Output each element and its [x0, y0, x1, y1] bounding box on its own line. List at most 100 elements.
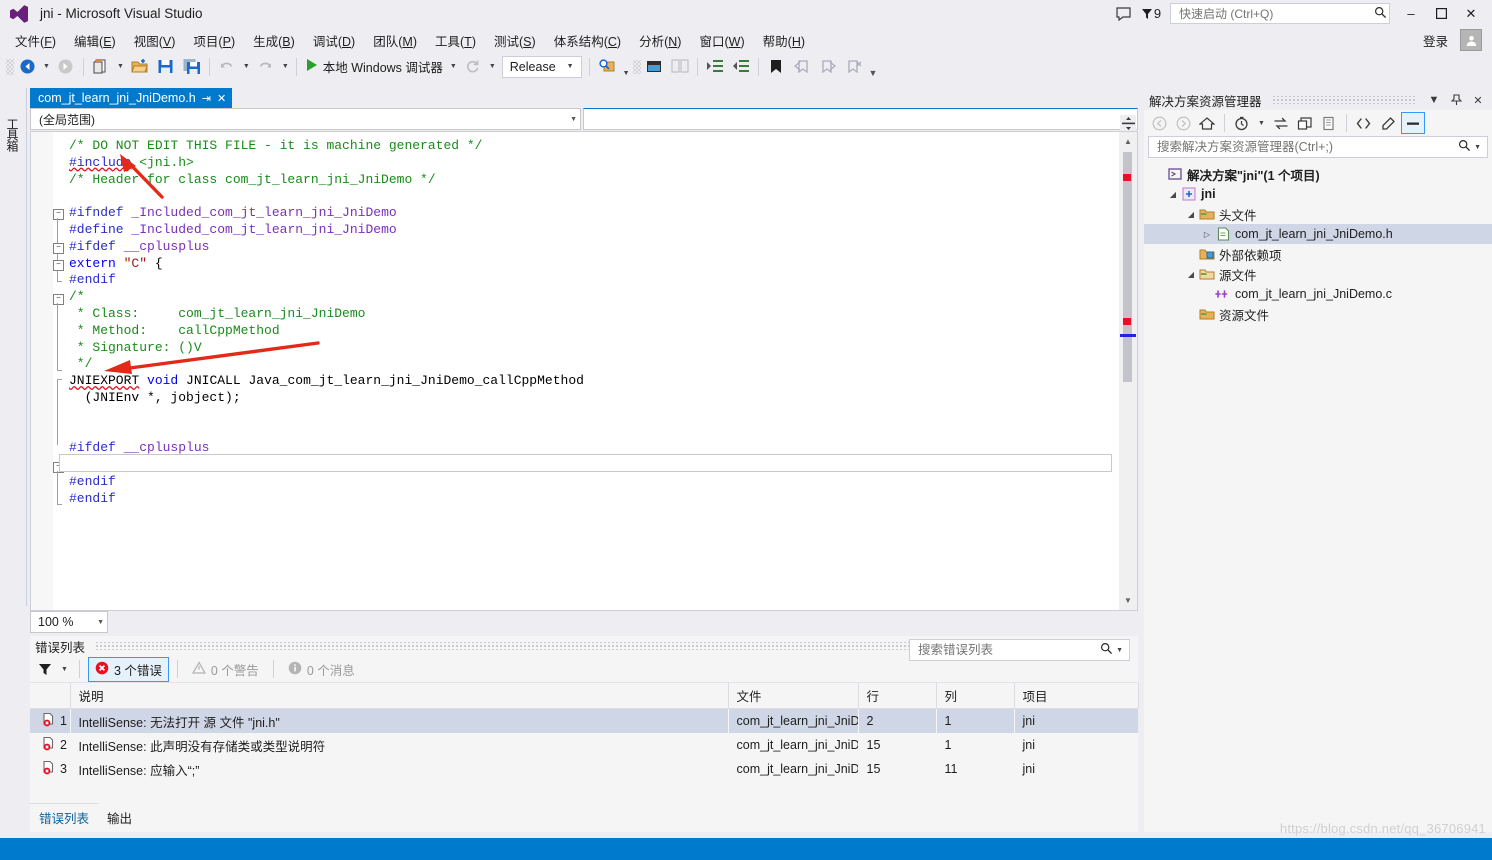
twisty-expanded[interactable]: ◢ — [1184, 270, 1198, 279]
tree-item-jnidemo-c[interactable]: com_jt_learn_jni_JniDemo.c — [1144, 284, 1492, 304]
column-header-column[interactable]: 列 — [936, 683, 1015, 709]
fold-box-extern[interactable]: − — [53, 260, 64, 271]
scroll-up-arrow-icon[interactable]: ▲ — [1119, 133, 1137, 149]
navigate-back-dropdown-icon[interactable]: ▼ — [40, 63, 53, 70]
minimize-button[interactable]: – — [1396, 0, 1426, 27]
table-row[interactable]: 3 IntelliSense: 应输入“;” com_jt_learn_jni_… — [30, 757, 1138, 781]
undo-dropdown-icon[interactable]: ▼ — [240, 63, 253, 70]
menu-item-tools[interactable]: 工具(T) — [426, 28, 485, 53]
redo-icon[interactable] — [253, 56, 279, 78]
show-all-files-icon[interactable] — [1318, 113, 1340, 133]
solution-explorer-search-box[interactable]: ▼ — [1148, 136, 1488, 158]
collapse-all-icon[interactable] — [1294, 113, 1316, 133]
filter-icon[interactable] — [36, 660, 54, 678]
refresh-icon[interactable] — [460, 56, 486, 78]
clear-bookmark-icon[interactable] — [841, 56, 867, 78]
fold-box-comment[interactable]: − — [53, 294, 64, 305]
preview-selected-items-icon[interactable] — [1377, 113, 1399, 133]
menu-item-window[interactable]: 窗口(W) — [690, 28, 753, 53]
menu-item-debug[interactable]: 调试(D) — [304, 28, 364, 53]
scrollbar-thumb[interactable] — [1123, 152, 1132, 382]
menu-item-build[interactable]: 生成(B) — [244, 28, 304, 53]
tree-item-header-files-folder[interactable]: ◢ 头文件 — [1144, 204, 1492, 224]
tab-error-list[interactable]: 错误列表 — [30, 803, 99, 832]
notification-flag-icon[interactable]: 9 — [1138, 0, 1164, 27]
menu-item-team[interactable]: 团队(M) — [364, 28, 426, 53]
quick-launch-box[interactable] — [1170, 3, 1390, 24]
save-all-icon[interactable] — [179, 56, 205, 78]
tree-item-external-dependencies[interactable]: 外部依赖项 — [1144, 244, 1492, 264]
pending-changes-icon[interactable] — [1231, 113, 1253, 133]
scroll-down-arrow-icon[interactable]: ▼ — [1119, 592, 1137, 608]
back-icon[interactable] — [1148, 113, 1170, 133]
maximize-button[interactable] — [1426, 0, 1456, 27]
quick-launch-input[interactable] — [1177, 5, 1374, 22]
twisty-collapsed[interactable]: ▷ — [1200, 230, 1214, 239]
compare-files-icon[interactable] — [667, 56, 693, 78]
find-in-files-icon[interactable] — [594, 56, 620, 78]
code-editor-surface[interactable]: − − − − − /* DO NOT EDIT THIS FILE - it … — [30, 131, 1121, 611]
column-header-description[interactable]: 说明 — [70, 683, 729, 709]
tree-item-project-jni[interactable]: ◢ jni — [1144, 184, 1492, 204]
tree-item-jnidemo-h[interactable]: ▷ com_jt_learn_jni_JniDemo.h — [1144, 224, 1492, 244]
toolbar-overflow-icon[interactable]: ▼ — [869, 68, 878, 80]
document-tab-jnidemo-h[interactable]: com_jt_learn_jni_JniDemo.h ⇥ ✕ — [30, 88, 233, 108]
twisty-expanded[interactable]: ◢ — [1166, 190, 1180, 199]
twisty-expanded[interactable]: ◢ — [1184, 210, 1198, 219]
navigate-back-icon[interactable] — [14, 56, 40, 78]
sign-in-button[interactable]: 登录 — [1411, 31, 1460, 50]
close-button[interactable]: ✕ — [1456, 0, 1486, 27]
solution-configuration-combo[interactable]: Release ▼ — [501, 55, 582, 78]
close-icon[interactable]: ✕ — [217, 92, 226, 105]
properties-icon[interactable] — [1353, 113, 1375, 133]
errors-filter-button[interactable]: 3 个错误 — [87, 656, 169, 682]
find-dropdown-icon[interactable]: ▼ — [620, 70, 633, 80]
editor-vertical-scrollbar[interactable]: ▲ ▼ — [1119, 115, 1138, 611]
tree-item-resource-files-folder[interactable]: 资源文件 — [1144, 304, 1492, 324]
new-window-icon[interactable] — [641, 56, 667, 78]
view-toggle-icon[interactable] — [1400, 112, 1425, 134]
save-icon[interactable] — [153, 56, 179, 78]
search-options-dropdown-icon[interactable]: ▼ — [1471, 144, 1484, 151]
fold-box-ifdef[interactable]: − — [53, 243, 64, 254]
toolbar-grip[interactable] — [6, 58, 14, 75]
column-header-file[interactable]: 文件 — [728, 683, 859, 709]
panel-drag-dots[interactable] — [1271, 96, 1416, 104]
menu-item-test[interactable]: 测试(S) — [485, 28, 545, 53]
pin-icon[interactable] — [1448, 91, 1464, 109]
solution-explorer-search-input[interactable] — [1155, 139, 1459, 155]
start-debugging-button[interactable]: 本地 Windows 调试器 — [301, 57, 447, 76]
pending-changes-dropdown-icon[interactable]: ▼ — [1255, 120, 1268, 127]
menu-item-analyze[interactable]: 分析(N) — [630, 28, 690, 53]
tab-output[interactable]: 输出 — [98, 804, 141, 832]
chevron-down-icon[interactable]: ▼ — [1426, 91, 1442, 109]
messages-filter-button[interactable]: 0 个消息 — [282, 658, 361, 681]
feedback-icon[interactable] — [1108, 0, 1138, 27]
menu-item-view[interactable]: 视图(V) — [125, 28, 185, 53]
menu-item-edit[interactable]: 编辑(E) — [65, 28, 125, 53]
filter-dropdown-icon[interactable]: ▼ — [58, 666, 71, 673]
new-item-icon[interactable] — [88, 56, 114, 78]
navigate-forward-icon[interactable] — [53, 56, 79, 78]
menu-item-project[interactable]: 项目(P) — [184, 28, 244, 53]
pin-icon[interactable]: ⇥ — [202, 92, 211, 105]
search-options-dropdown-icon[interactable]: ▼ — [1113, 647, 1126, 654]
bookmark-icon[interactable] — [763, 56, 789, 78]
sync-with-active-document-icon[interactable] — [1270, 113, 1292, 133]
start-debugging-dropdown-icon[interactable]: ▼ — [447, 63, 460, 70]
editor-split-handle-icon[interactable] — [1120, 115, 1136, 131]
menu-item-file[interactable]: 文件(F) — [6, 28, 65, 53]
error-list-search-input[interactable] — [916, 642, 1101, 658]
menu-item-architecture[interactable]: 体系结构(C) — [545, 28, 630, 53]
error-list-search-box[interactable]: ▼ — [909, 639, 1130, 661]
warnings-filter-button[interactable]: 0 个警告 — [186, 658, 265, 681]
previous-bookmark-icon[interactable] — [789, 56, 815, 78]
tree-item-solution[interactable]: 解决方案"jni"(1 个项目) — [1144, 164, 1492, 184]
tree-item-source-files-folder[interactable]: ◢ 源文件 — [1144, 264, 1492, 284]
increase-indent-icon[interactable] — [702, 56, 728, 78]
home-icon[interactable] — [1196, 113, 1218, 133]
editor-zoom-combo[interactable]: 100 % ▼ — [30, 611, 108, 633]
member-combo[interactable]: ▼ — [583, 108, 1138, 130]
undo-icon[interactable] — [214, 56, 240, 78]
editor-outlining-margin[interactable] — [53, 132, 69, 610]
